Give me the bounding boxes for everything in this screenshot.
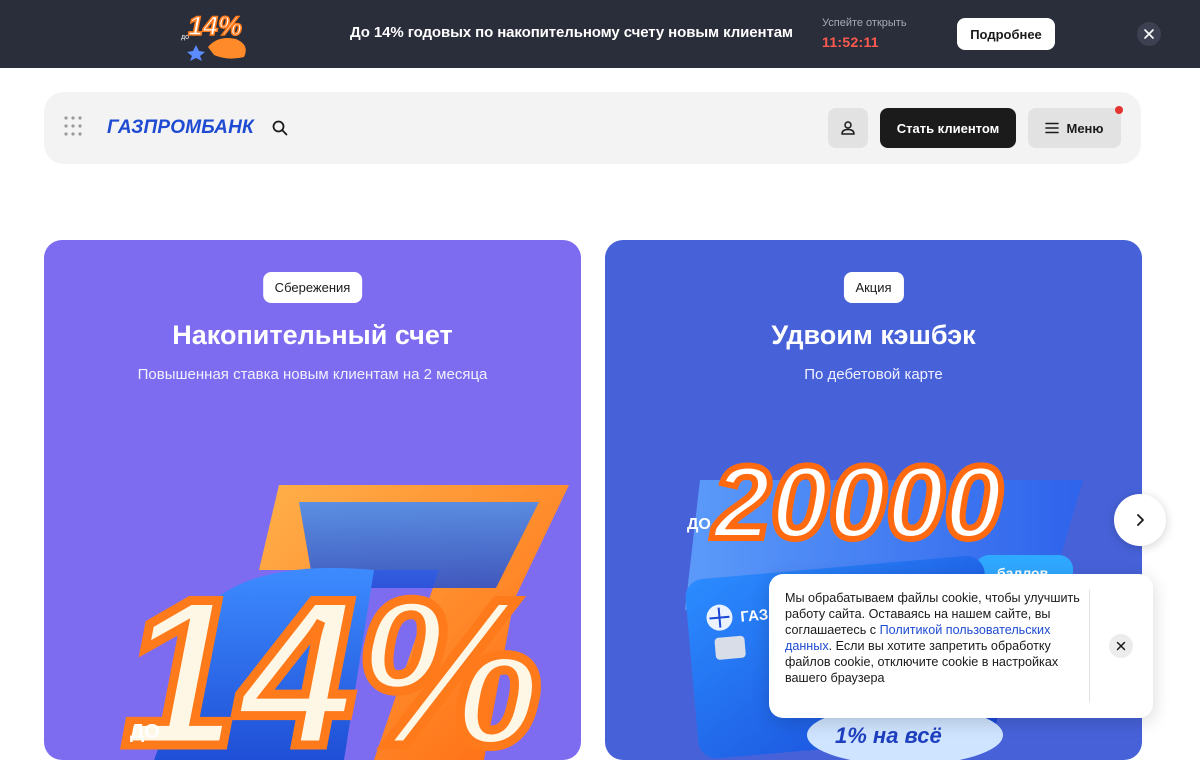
menu-label: Меню xyxy=(1066,120,1104,136)
close-icon xyxy=(1144,29,1154,39)
card-tag: Сбережения xyxy=(262,272,363,303)
promo-text: До 14% годовых по накопительному счету н… xyxy=(350,24,793,41)
promo-badge-value: 14% xyxy=(188,11,242,41)
profile-button[interactable] xyxy=(828,108,868,148)
menu-button[interactable]: Меню xyxy=(1028,108,1121,148)
cookie-divider xyxy=(1089,590,1090,702)
promo-banner: до 14% До 14% годовых по накопительному … xyxy=(0,0,1200,68)
cookie-banner: Мы обрабатываем файлы cookie, чтобы улуч… xyxy=(769,574,1153,718)
cashback-art-bubble: 1% на всё xyxy=(835,723,942,748)
promo-hurry-label: Успейте открыть xyxy=(822,17,907,29)
savings-art-value: 14% xyxy=(122,555,542,760)
savings-14-percent-art: 14% ДО xyxy=(118,485,569,760)
promo-badge-art: до 14% xyxy=(181,10,246,61)
card-subtitle: Повышенная ставка новым клиентам на 2 ме… xyxy=(137,366,488,383)
site-header: ГАЗПРОМБАНК Стать клиентом Меню xyxy=(44,92,1141,164)
cashback-art-value: 20000 xyxy=(711,445,1002,561)
user-icon xyxy=(841,121,855,135)
savings-art-prefix: ДО xyxy=(130,721,160,743)
cashback-art-prefix: ДО xyxy=(687,516,711,533)
become-client-button[interactable]: Стать клиентом xyxy=(880,108,1016,148)
promo-details-button[interactable]: Подробнее xyxy=(957,18,1055,50)
gazprombank-logo[interactable]: ГАЗПРОМБАНК xyxy=(107,117,254,139)
chevron-right-icon xyxy=(1137,514,1144,526)
notification-dot xyxy=(1115,106,1123,114)
search-icon[interactable] xyxy=(271,119,289,137)
card-tag: Акция xyxy=(843,272,904,303)
cashback-art-card-brand: ГАЗ xyxy=(740,606,769,625)
cookie-close-button[interactable] xyxy=(1109,634,1133,658)
grid-dots-icon[interactable] xyxy=(64,116,88,140)
cookie-text: Мы обрабатываем файлы cookie, чтобы улуч… xyxy=(785,590,1081,686)
carousel-next-button[interactable] xyxy=(1114,494,1166,546)
promo-countdown-timer: 11:52:11 xyxy=(822,34,879,50)
card-title: Удвоим кэшбэк xyxy=(771,320,976,350)
hamburger-icon xyxy=(1045,122,1060,134)
promo-close-button[interactable] xyxy=(1137,22,1161,46)
card-subtitle: По дебетовой карте xyxy=(804,366,943,383)
card-title: Накопительный счет xyxy=(172,320,453,350)
close-icon xyxy=(1116,641,1126,651)
promo-card-savings[interactable]: 14% ДО Сбережения Накопительный счет Пов… xyxy=(44,240,581,760)
